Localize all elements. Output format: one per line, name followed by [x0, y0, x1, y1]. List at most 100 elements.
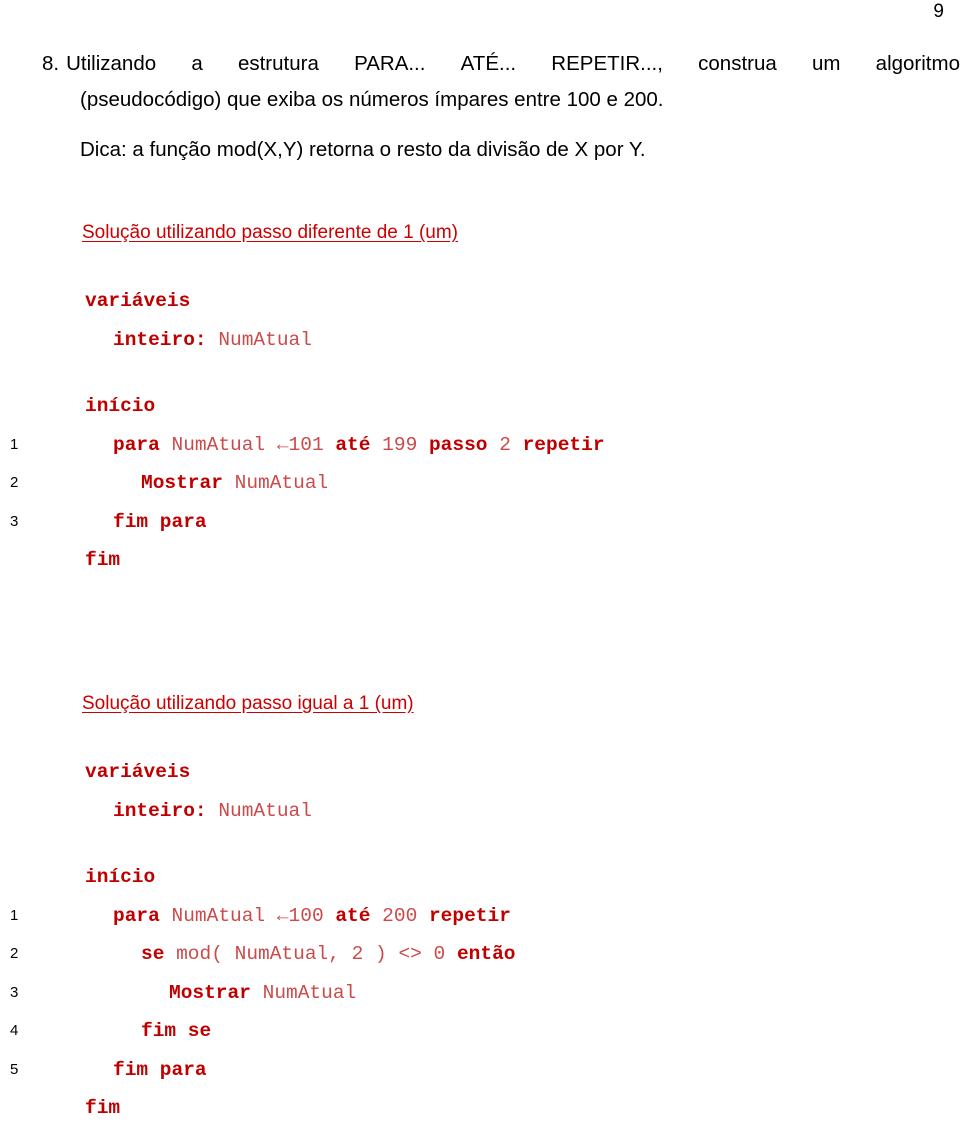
code-line: 3 fim para — [0, 503, 960, 542]
code-line-number: 3 — [10, 983, 19, 1001]
code-line: 1 para NumAtual ←100 até 200 repetir — [0, 897, 960, 936]
code-token-kw: início — [85, 395, 156, 417]
code-line: início — [0, 858, 960, 897]
code-token-num: 2 — [499, 433, 511, 456]
code-token-kw: até — [335, 433, 371, 456]
code-line: inteiro: NumAtual — [0, 321, 960, 360]
code-token-kw: Mostrar — [169, 981, 251, 1004]
code-listing-1: variáveis inteiro: NumAtual início 1 para Nu… — [0, 282, 960, 580]
code-line-text: fim para — [0, 1051, 960, 1090]
code-line: 3 Mostrar NumAtual — [0, 974, 960, 1013]
code-token-id: NumAtual — [171, 433, 266, 456]
code-token-op — [417, 434, 429, 456]
code-line-text: para NumAtual ←101 até 199 passo 2 repet… — [0, 426, 960, 465]
code-line: 2 Mostrar NumAtual — [0, 464, 960, 503]
code-token-kw: inteiro: — [113, 328, 207, 351]
code-token-kw: início — [85, 866, 156, 888]
code-line-text: para NumAtual ←100 até 200 repetir — [0, 897, 960, 936]
code-line-text: Mostrar NumAtual — [0, 974, 960, 1013]
code-token-num: 199 — [382, 433, 418, 456]
code-token-op — [251, 982, 263, 1004]
code-line-text: fim — [0, 1089, 960, 1128]
code-line-text: fim para — [0, 503, 960, 542]
code-token-kw: passo — [428, 433, 488, 456]
question-word: um — [811, 52, 841, 75]
solution-heading-2: Solução utilizando passo igual a 1 (um) — [82, 693, 414, 714]
code-line: 4 fim se — [0, 1012, 960, 1051]
question-word: algoritmo — [875, 52, 960, 75]
code-token-op — [164, 943, 176, 965]
solution-section-2: Solução utilizando passo igual a 1 (um) … — [0, 693, 960, 1128]
solution-section-1: Solução utilizando passo diferente de 1 … — [0, 222, 960, 580]
code-token-id: NumAtual — [171, 904, 266, 927]
code-line-text: fim se — [0, 1012, 960, 1051]
code-line-number: 1 — [10, 906, 19, 924]
code-token-kw: Mostrar — [141, 472, 223, 494]
question-list-marker: 8. — [42, 52, 60, 75]
code-token-op — [324, 905, 336, 927]
code-line-text: início — [0, 858, 960, 897]
question-line-2: (pseudocódigo) que exiba os números ímpa… — [80, 88, 664, 111]
code-token-op — [160, 905, 172, 927]
code-token-op — [488, 434, 500, 456]
question-word: PARA... — [354, 52, 426, 75]
page-number: 9 — [933, 1, 944, 22]
code-token-kw: variáveis — [85, 761, 191, 783]
code-line-text: variáveis — [0, 753, 960, 792]
code-token-op — [207, 329, 219, 351]
code-line-text: início — [0, 387, 960, 426]
code-line-text: inteiro: NumAtual — [0, 321, 960, 360]
code-token-id: NumAtual — [218, 799, 312, 822]
question-word: a — [191, 52, 203, 75]
code-token-op — [417, 905, 429, 927]
code-token-op — [223, 472, 235, 494]
code-token-kw: repetir — [522, 433, 605, 456]
code-token-kw: fim — [85, 549, 121, 571]
code-token-kw: fim para — [113, 1058, 207, 1081]
question-hint-line: Dica: a função mod(X,Y) retorna o resto … — [80, 138, 646, 161]
code-token-kw: variáveis — [85, 290, 191, 312]
code-token-kw: fim para — [113, 510, 207, 533]
question-line-1-text: Utilizando a estrutura PARA... ATÉ... RE… — [66, 52, 960, 76]
code-line-number: 2 — [10, 945, 19, 962]
question-block: 8. Utilizando a estrutura PARA... ATÉ...… — [42, 52, 960, 162]
code-line: 1 para NumAtual ←101 até 199 passo 2 repe… — [0, 426, 960, 465]
code-line-number: 4 — [10, 1022, 19, 1039]
code-line-text: fim — [0, 541, 960, 580]
code-token-id: NumAtual — [262, 981, 357, 1004]
code-line-text: inteiro: NumAtual — [0, 792, 960, 831]
code-line: fim — [0, 541, 960, 580]
code-token-id: NumAtual — [234, 472, 329, 494]
code-token-op — [160, 434, 172, 456]
code-token-id: NumAtual — [218, 328, 312, 351]
code-line-number: 5 — [10, 1060, 19, 1078]
code-token-kw: para — [113, 904, 160, 927]
code-token-kw: para — [113, 433, 160, 456]
code-line-number: 3 — [10, 512, 19, 530]
solution-heading-1: Solução utilizando passo diferente de 1 … — [82, 222, 459, 243]
code-token-op — [445, 943, 457, 965]
code-token-op — [511, 434, 523, 456]
question-word: estrutura — [237, 52, 319, 75]
code-token-kw: inteiro: — [113, 799, 207, 822]
code-token-op — [370, 434, 382, 456]
code-line: 5 fim para — [0, 1051, 960, 1090]
code-line: 2 se mod( NumAtual, 2 ) <> 0 então — [0, 935, 960, 974]
code-token-num: 101 — [288, 433, 324, 456]
code-line: início — [0, 387, 960, 426]
code-token-num: 100 — [288, 904, 324, 927]
question-word: Utilizando — [66, 52, 157, 75]
code-line-text: variáveis — [0, 282, 960, 321]
code-token-op: ← — [265, 433, 289, 456]
code-token-op — [207, 800, 219, 822]
code-token-kw: então — [456, 943, 516, 965]
code-token-op — [370, 905, 382, 927]
code-line-text: Mostrar NumAtual — [0, 464, 960, 503]
code-line: fim — [0, 1089, 960, 1128]
code-token-kw: até — [335, 904, 371, 927]
code-token-kw: fim se — [141, 1020, 212, 1042]
code-line: inteiro: NumAtual — [0, 792, 960, 831]
code-token-op: ← — [265, 904, 289, 927]
code-token-id: mod( NumAtual, 2 ) <> 0 — [176, 943, 446, 965]
code-listing-2: variáveis inteiro: NumAtual início 1 para Nu… — [0, 753, 960, 1128]
